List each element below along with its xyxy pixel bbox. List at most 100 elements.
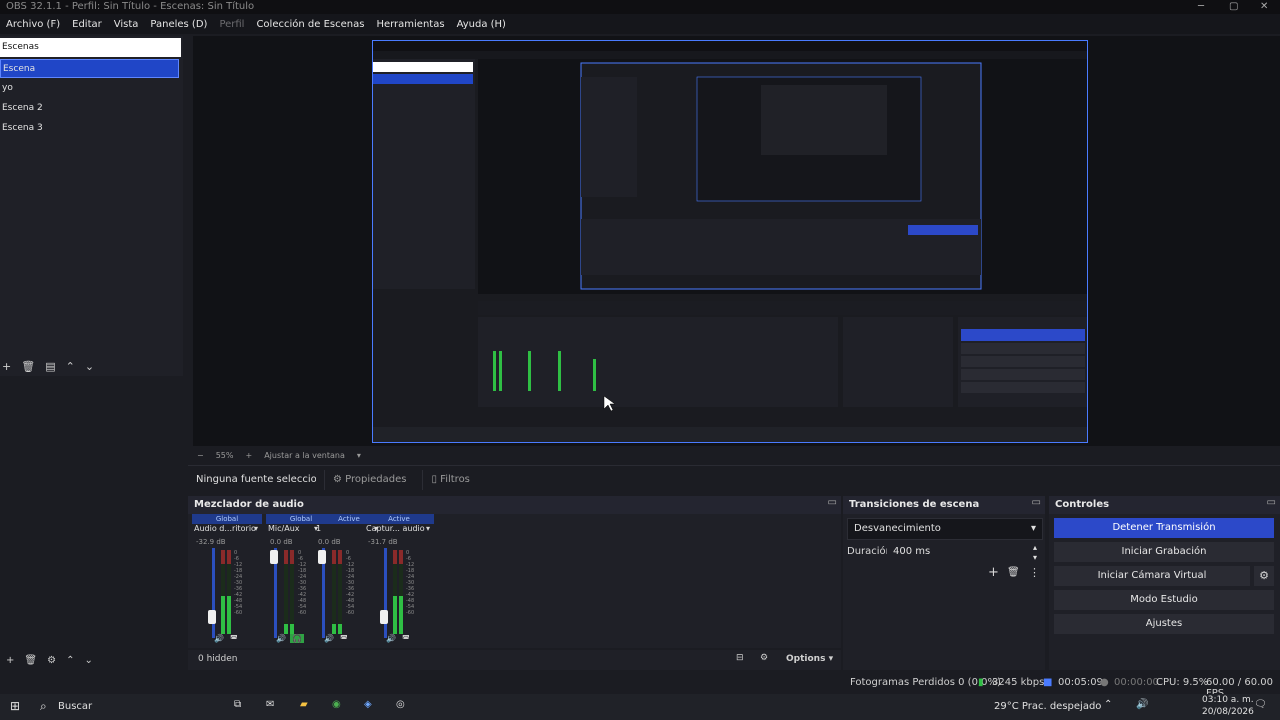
start-virtual-camera-button[interactable]: Iniciar Cámara Virtual bbox=[1054, 566, 1250, 586]
volume-fader[interactable] bbox=[384, 548, 387, 638]
clock-date[interactable]: 20/08/2026 bbox=[1202, 707, 1254, 717]
settings-button[interactable]: Ajustes bbox=[1054, 614, 1274, 634]
move-up-icon[interactable]: ⌃ bbox=[66, 360, 75, 373]
remove-transition-icon[interactable]: 🗑 bbox=[1007, 567, 1020, 578]
zoom-in-icon[interactable]: + bbox=[245, 451, 252, 460]
properties-button[interactable]: ⚙ Propiedades bbox=[324, 469, 414, 490]
channel-name[interactable]: Mic/Aux bbox=[268, 524, 300, 533]
mixer-channel: Global Audio d...ritorio ▾ -32.9 dB 0 -6-… bbox=[192, 514, 262, 646]
record-icon: ● bbox=[1100, 677, 1109, 688]
add-transition-icon[interactable]: + bbox=[988, 565, 999, 580]
channel-name[interactable]: 1 bbox=[316, 524, 321, 533]
monitor-icon[interactable]: ◚ bbox=[340, 634, 348, 643]
menu-ayuda[interactable]: Ayuda (H) bbox=[457, 19, 506, 30]
chrome-icon[interactable]: ◉ bbox=[332, 699, 341, 710]
scene-filters-icon[interactable]: ▤ bbox=[45, 360, 55, 373]
speaker-icon[interactable]: 🔊 bbox=[386, 634, 396, 643]
zoom-bar: − 55% + Ajustar a la ventana ▾ bbox=[193, 448, 1280, 462]
mixer-bottom-bar: 0 hidden ⊟ ⚙ Options ▾ bbox=[188, 650, 841, 670]
scenes-header: Escenas bbox=[0, 38, 181, 57]
volume-meter bbox=[393, 550, 397, 634]
studio-mode-button[interactable]: Modo Estudio bbox=[1054, 590, 1274, 610]
layout-icon[interactable]: ⊟ bbox=[736, 653, 744, 663]
advanced-audio-icon[interactable]: ⚙ bbox=[760, 653, 768, 663]
remove-scene-icon[interactable]: 🗑 bbox=[21, 360, 35, 373]
monitor-icon[interactable]: ◚ bbox=[402, 634, 410, 643]
virtual-camera-settings-icon[interactable]: ⚙ bbox=[1254, 566, 1274, 586]
dock-popout-icon[interactable]: ▭ bbox=[1032, 497, 1041, 508]
mixer-channel: Active Captur... audio ▾ -31.7 dB 0 -6 -12… bbox=[364, 514, 434, 646]
cpu-usage: CPU: 9.5% bbox=[1156, 677, 1209, 688]
menu-herramientas[interactable]: Herramientas bbox=[376, 19, 444, 30]
menu-vista[interactable]: Vista bbox=[114, 19, 139, 30]
volume-icon[interactable]: 🔊 bbox=[1136, 699, 1148, 710]
menu-paneles[interactable]: Paneles (D) bbox=[150, 19, 207, 30]
speaker-icon[interactable]: 🔊 bbox=[214, 634, 224, 643]
channel-menu-icon[interactable]: ▾ bbox=[426, 524, 430, 533]
menu-editar[interactable]: Editar bbox=[72, 19, 102, 30]
headphones-icon[interactable]: 🎧 bbox=[290, 634, 304, 643]
channel-db: 0.0 dB bbox=[270, 538, 293, 546]
channel-menu-icon[interactable]: ▾ bbox=[254, 524, 258, 533]
preview-canvas[interactable] bbox=[372, 40, 1088, 443]
clock-time[interactable]: 03:10 a. m. bbox=[1202, 695, 1254, 705]
scene-item-yo[interactable]: yo bbox=[0, 79, 179, 98]
zoom-fit-label[interactable]: Ajustar a la ventana bbox=[264, 451, 345, 460]
transition-select[interactable]: Desvanecimiento ▾ bbox=[847, 518, 1043, 540]
stream-time: 00:05:09 bbox=[1058, 677, 1103, 688]
minimize-icon[interactable]: ─ bbox=[1198, 0, 1204, 14]
fader-knob[interactable] bbox=[208, 610, 216, 624]
spin-down-icon[interactable]: ▾ bbox=[1033, 548, 1037, 568]
add-source-icon[interactable]: + bbox=[6, 655, 14, 666]
duration-label: Duración bbox=[847, 546, 893, 557]
close-icon[interactable]: ✕ bbox=[1260, 0, 1268, 14]
start-recording-button[interactable]: Iniciar Grabación bbox=[1054, 542, 1274, 562]
folder-icon[interactable]: ▰ bbox=[300, 699, 308, 710]
scene-item-escena-3[interactable]: Escena 3 bbox=[0, 119, 179, 138]
windows-start-icon[interactable]: ⊞ bbox=[10, 699, 20, 713]
fader-knob[interactable] bbox=[270, 550, 278, 564]
add-scene-icon[interactable]: + bbox=[2, 360, 11, 373]
move-up-icon[interactable]: ⌃ bbox=[66, 655, 74, 666]
volume-fader[interactable] bbox=[212, 548, 215, 638]
channel-name[interactable]: Captur... audio bbox=[366, 524, 425, 533]
scene-item-escena[interactable]: Escena bbox=[0, 59, 179, 78]
tray-chevron-icon[interactable]: ⌃ bbox=[1104, 699, 1112, 710]
search-icon[interactable]: ⌕ bbox=[40, 699, 47, 714]
obs-icon[interactable]: ◎ bbox=[396, 699, 405, 710]
weather-text[interactable]: 29°C Prac. despejado bbox=[994, 701, 1101, 712]
channel-name[interactable]: Audio d...ritorio bbox=[194, 524, 256, 533]
properties-label: Propiedades bbox=[345, 473, 407, 485]
dock-popout-icon[interactable]: ▭ bbox=[1267, 497, 1276, 508]
maximize-icon[interactable]: ▢ bbox=[1229, 0, 1238, 14]
speaker-icon[interactable]: 🔊 bbox=[276, 634, 286, 643]
task-view-icon[interactable]: ⧉ bbox=[234, 699, 241, 710]
dock-popout-icon[interactable]: ▭ bbox=[828, 497, 837, 508]
fader-knob[interactable] bbox=[318, 550, 326, 564]
speaker-icon[interactable]: 🔊 bbox=[324, 634, 334, 643]
zoom-dropdown-icon[interactable]: ▾ bbox=[357, 451, 361, 460]
menu-coleccion-escenas[interactable]: Colección de Escenas bbox=[256, 19, 364, 30]
move-down-icon[interactable]: ⌄ bbox=[84, 655, 92, 666]
channel-tag: Global bbox=[192, 514, 262, 524]
stop-streaming-button[interactable]: Detener Transmisión bbox=[1054, 518, 1274, 538]
duration-spinbox[interactable]: 400 ms ▴ ▾ bbox=[887, 542, 1043, 564]
source-settings-icon[interactable]: ⚙ bbox=[47, 655, 56, 666]
steam-icon[interactable]: ◈ bbox=[364, 699, 372, 710]
move-down-icon[interactable]: ⌄ bbox=[85, 360, 94, 373]
fader-knob[interactable] bbox=[380, 610, 388, 624]
zoom-out-icon[interactable]: − bbox=[197, 451, 204, 460]
options-button[interactable]: Options ▾ bbox=[786, 654, 833, 664]
menu-archivo[interactable]: Archivo (F) bbox=[6, 19, 60, 30]
notifications-icon[interactable]: 🗨 bbox=[1254, 699, 1267, 710]
mail-icon[interactable]: ✉ bbox=[266, 699, 274, 710]
menu-perfil[interactable]: Perfil bbox=[219, 19, 244, 30]
duration-value: 400 ms bbox=[893, 546, 931, 557]
transition-menu-icon[interactable]: ⋮ bbox=[1029, 566, 1040, 579]
monitor-icon[interactable]: ◚ bbox=[230, 634, 238, 643]
scenes-toolbar: + 🗑 ▤ ⌃ ⌄ bbox=[0, 357, 183, 375]
filters-button[interactable]: ▯ Filtros bbox=[422, 469, 477, 490]
taskbar-search[interactable]: Buscar bbox=[58, 701, 92, 712]
remove-source-icon[interactable]: 🗑 bbox=[24, 655, 37, 666]
scene-item-escena-2[interactable]: Escena 2 bbox=[0, 99, 179, 118]
